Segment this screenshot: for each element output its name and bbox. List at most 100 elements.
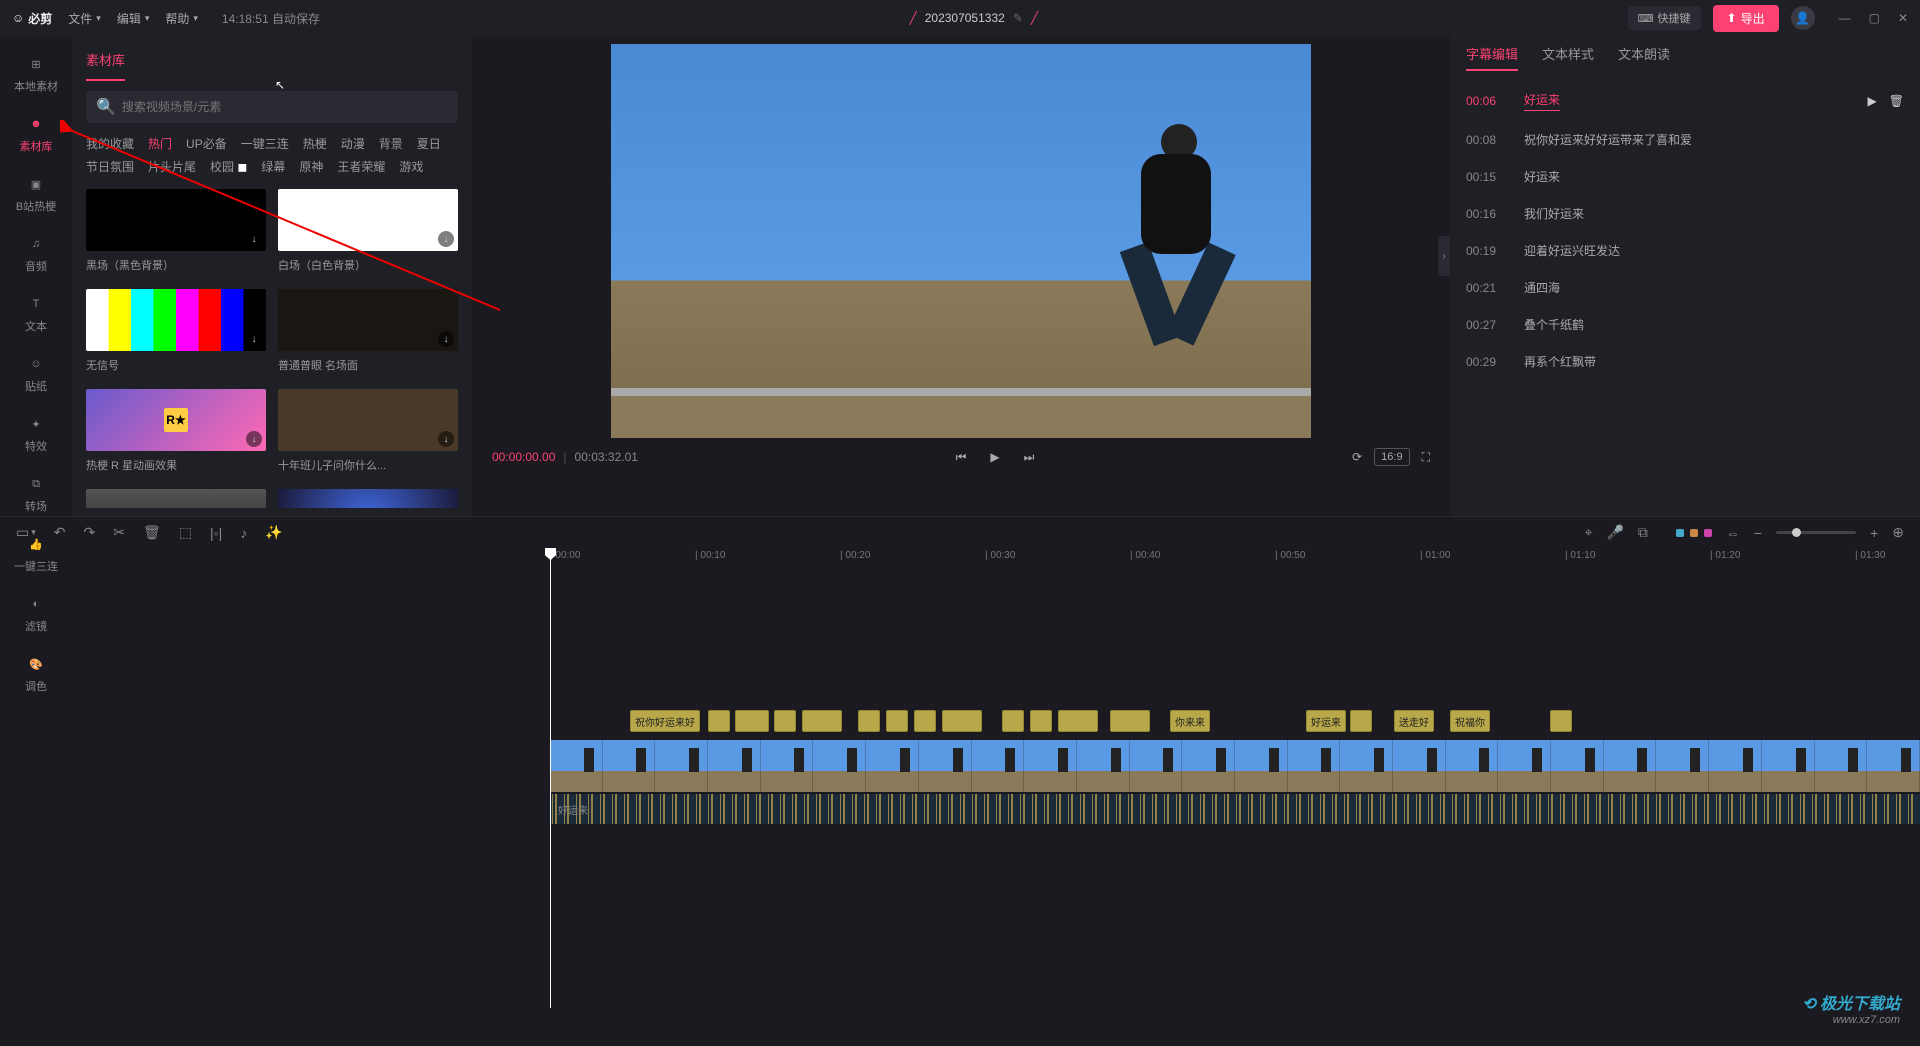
zoom-in-button[interactable]: + [1870, 525, 1878, 541]
category-一键三连[interactable]: 一键三连 [241, 135, 289, 152]
subtitle-clip[interactable]: 你来来 [1170, 710, 1210, 732]
subtitle-clip[interactable] [914, 710, 936, 732]
subtitle-clip[interactable] [1550, 710, 1572, 732]
subtitle-row[interactable]: 00:15好运来 [1450, 158, 1920, 195]
video-frame[interactable] [1182, 740, 1235, 792]
menu-help[interactable]: 帮助▾ [165, 10, 198, 27]
video-frame[interactable] [603, 740, 656, 792]
play-subtitle-icon[interactable]: ▶ [1868, 94, 1877, 108]
track-color-buttons[interactable] [1676, 529, 1712, 537]
subtitle-clip[interactable] [1058, 710, 1098, 732]
close-button[interactable]: ✕ [1898, 11, 1908, 25]
download-icon[interactable]: ↓ [438, 231, 454, 247]
record-button[interactable]: ⧉ [1638, 524, 1648, 541]
delete-subtitle-icon[interactable]: 🗑 [1889, 94, 1904, 108]
zoom-out-button[interactable]: − [1754, 525, 1762, 541]
menu-edit[interactable]: 编辑▾ [117, 10, 150, 27]
category-背景[interactable]: 背景 [379, 135, 403, 152]
download-icon[interactable]: ↓ [246, 431, 262, 447]
asset-card[interactable]: ↓黑场（黑色背景） [86, 189, 266, 273]
subtitle-clip[interactable] [886, 710, 908, 732]
subtitle-clip[interactable] [1002, 710, 1024, 732]
magic-tool[interactable]: ✨ [265, 524, 282, 541]
asset-card[interactable]: ↓Galaxy Brain meme ... [278, 489, 458, 508]
redo-button[interactable]: ↷ [84, 524, 96, 541]
nav-text[interactable]: T文本 [0, 284, 72, 344]
subtitle-text[interactable]: 迎着好运兴旺发达 [1524, 242, 1620, 259]
category-节日氛围[interactable]: 节日氛围 [86, 158, 134, 175]
subtitle-clip[interactable] [858, 710, 880, 732]
export-button[interactable]: ⬆ 导出 [1713, 5, 1779, 32]
download-icon[interactable]: ↓ [246, 231, 262, 247]
video-track[interactable] [550, 740, 1920, 792]
video-frame[interactable] [972, 740, 1025, 792]
subtitle-track[interactable]: 祝你好运来好你来来好运来送走好祝福你 [550, 708, 1920, 736]
asset-card[interactable]: ↓无信号 [86, 289, 266, 373]
subtitle-row[interactable]: 00:06好运来▶🗑 [1450, 81, 1920, 121]
subtitle-row[interactable]: 00:16我们好运来 [1450, 195, 1920, 232]
collapse-panel-button[interactable]: › [1438, 236, 1450, 276]
category-UP必备[interactable]: UP必备 [186, 135, 227, 152]
preview-video[interactable] [611, 44, 1311, 438]
crop-icon[interactable]: ⟳ [1352, 450, 1362, 464]
subtitle-clip[interactable]: 祝你好运来好 [630, 710, 700, 732]
video-frame[interactable] [1235, 740, 1288, 792]
category-动漫[interactable]: 动漫 [341, 135, 365, 152]
subtitle-text[interactable]: 我们好运来 [1524, 205, 1584, 222]
align-button[interactable]: ⇔ [1726, 525, 1740, 541]
edit-title-icon[interactable]: ✎ [1013, 11, 1023, 25]
subtitle-row[interactable]: 00:21通四海 [1450, 269, 1920, 306]
fullscreen-icon[interactable]: ⛶ [1422, 450, 1430, 465]
subtitle-clip[interactable]: 祝福你 [1450, 710, 1490, 732]
snap-button[interactable]: ⌖ [1585, 524, 1593, 541]
subtitle-text[interactable]: 祝你好运来好好运带来了喜和爱 [1524, 131, 1692, 148]
subtitle-row[interactable]: 00:19迎着好运兴旺发达 [1450, 232, 1920, 269]
download-icon[interactable]: ↓ [438, 431, 454, 447]
category-校园[interactable]: 校园 ◼ [210, 158, 247, 175]
video-frame[interactable] [1288, 740, 1341, 792]
video-frame[interactable] [1815, 740, 1868, 792]
video-frame[interactable] [761, 740, 814, 792]
video-frame[interactable] [866, 740, 919, 792]
menu-file[interactable]: 文件▾ [68, 10, 101, 27]
subtitle-clip[interactable] [1350, 710, 1372, 732]
aspect-ratio[interactable]: 16:9 [1374, 448, 1409, 466]
asset-thumbnail[interactable]: ↓ [278, 389, 458, 451]
nav-effects[interactable]: ✦特效 [0, 404, 72, 464]
crop-tool[interactable]: ⬚ [179, 524, 192, 541]
asset-thumbnail[interactable]: R★↓ [86, 389, 266, 451]
video-frame[interactable] [1656, 740, 1709, 792]
video-frame[interactable] [1604, 740, 1657, 792]
playhead[interactable] [550, 548, 551, 1008]
asset-card[interactable]: ↓十年班儿子问你什么... [278, 389, 458, 473]
subtitle-clip[interactable] [942, 710, 982, 732]
color-dot-teal[interactable] [1676, 529, 1684, 537]
search-box[interactable]: 🔍 [86, 91, 458, 123]
video-frame[interactable] [1551, 740, 1604, 792]
search-input[interactable] [122, 100, 448, 114]
subtitle-row[interactable]: 00:08祝你好运来好好运带来了喜和爱 [1450, 121, 1920, 158]
subtitle-row[interactable]: 00:27叠个千纸鹤 [1450, 306, 1920, 343]
video-frame[interactable] [1762, 740, 1815, 792]
prev-frame-button[interactable]: ⏮ [956, 450, 967, 465]
user-avatar[interactable]: 👤 [1791, 6, 1815, 30]
asset-thumbnail[interactable]: ↓ [86, 189, 266, 251]
video-frame[interactable] [1340, 740, 1393, 792]
asset-thumbnail[interactable]: ↓ [278, 489, 458, 508]
subtitle-text[interactable]: 再系个红飘带 [1524, 353, 1596, 370]
asset-card[interactable]: ↓普通普眼 名场面 [278, 289, 458, 373]
video-frame[interactable] [1393, 740, 1446, 792]
subtitle-text[interactable]: 好运来 [1524, 168, 1560, 185]
subtitle-clip[interactable] [708, 710, 730, 732]
category-原神[interactable]: 原神 [299, 158, 323, 175]
color-dot-orange[interactable] [1690, 529, 1698, 537]
subtitle-clip[interactable]: 送走好 [1394, 710, 1434, 732]
subtitle-text[interactable]: 叠个千纸鹤 [1524, 316, 1584, 333]
minimize-button[interactable]: — [1839, 11, 1851, 25]
nav-sticker[interactable]: ☺贴纸 [0, 344, 72, 404]
video-frame[interactable] [550, 740, 603, 792]
delete-button[interactable]: 🗑 [143, 524, 161, 541]
asset-card[interactable]: R★↓热梗 R 星动画效果 [86, 389, 266, 473]
nav-local-assets[interactable]: ⊞本地素材 [0, 44, 72, 104]
asset-card[interactable]: ↓白场（白色背景） [278, 189, 458, 273]
